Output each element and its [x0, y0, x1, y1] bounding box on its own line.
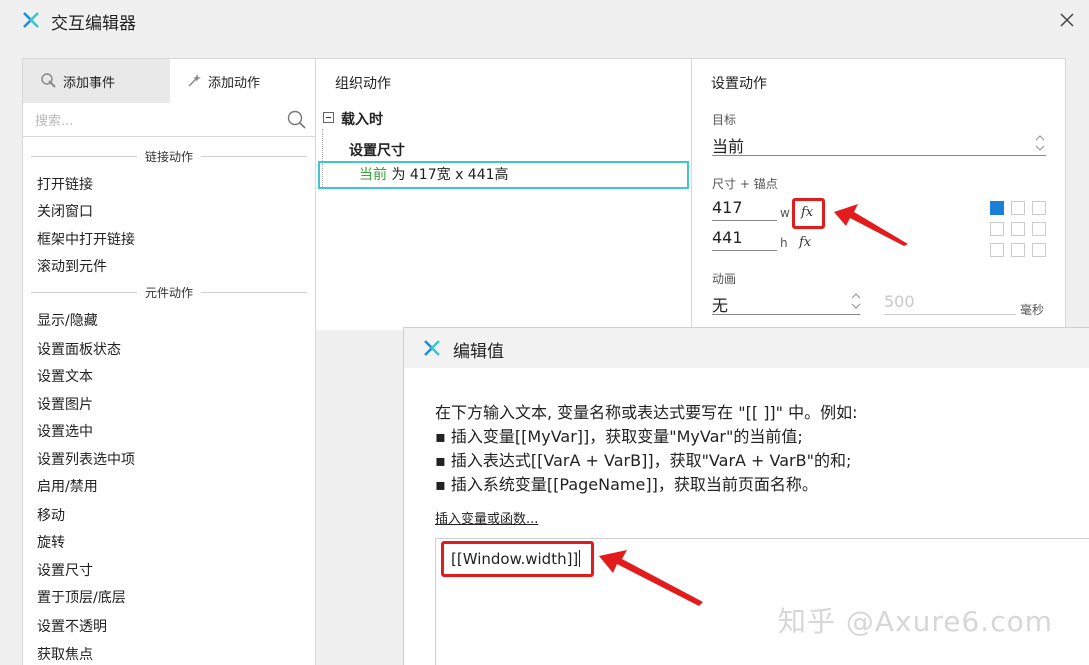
width-fx-highlight	[792, 198, 825, 229]
target-label: 目标	[712, 113, 737, 127]
selected-action-row[interactable]: 当前 为 417宽 x 441高	[318, 161, 689, 189]
action-focus[interactable]: 获取焦点	[37, 644, 93, 664]
tab-add-event[interactable]: 添加事件	[23, 59, 170, 103]
tab-add-action-label: 添加动作	[208, 75, 261, 91]
anchor-middle-right[interactable]	[1032, 222, 1046, 236]
action-move[interactable]: 移动	[37, 505, 65, 525]
target-dropdown-icon[interactable]	[1035, 134, 1045, 152]
anchor-top-center[interactable]	[1011, 201, 1025, 215]
action-bring-front-back[interactable]: 置于顶层/底层	[37, 587, 126, 607]
action-scroll-to-widget[interactable]: 滚动到元件	[37, 256, 107, 276]
annotation-arrow-editor	[599, 550, 703, 606]
duration-input[interactable]: 500	[884, 292, 915, 311]
dialog-title: 编辑值	[453, 342, 504, 362]
action-set-panel-state[interactable]: 设置面板状态	[37, 339, 121, 359]
event-on-load[interactable]: 载入时	[341, 109, 383, 129]
axure-x-logo-icon	[22, 11, 40, 29]
tab-add-action[interactable]: 添加动作	[170, 59, 316, 103]
height-unit: h	[780, 236, 788, 250]
close-icon[interactable]	[1057, 10, 1077, 30]
duration-unit: 毫秒	[1020, 303, 1045, 317]
action-show-hide[interactable]: 显示/隐藏	[37, 310, 98, 330]
action-set-size[interactable]: 设置尺寸	[37, 560, 93, 580]
anchor-middle-left[interactable]	[990, 222, 1004, 236]
height-underline	[712, 250, 777, 251]
search-input[interactable]	[35, 111, 275, 131]
insert-variable-link[interactable]: 插入变量或函数...	[435, 508, 538, 527]
dialog-instruction-2: ▪ 插入变量[[MyVar]]，获取变量"MyVar"的当前值;	[435, 427, 803, 446]
action-close-window[interactable]: 关闭窗口	[37, 201, 93, 221]
collapse-icon[interactable]	[323, 112, 334, 123]
action-open-in-frame[interactable]: 框架中打开链接	[37, 229, 135, 249]
anchor-grid	[990, 201, 1046, 257]
animation-select-value[interactable]: 无	[712, 292, 728, 316]
action-library-panel: 添加事件 添加动作 链接动作 打开链接 关闭窗口 框架中打开链接 滚动到元件 元…	[22, 58, 316, 665]
dialog-instruction-4: ▪ 插入系统变量[[PageName]]，获取当前页面名称。	[435, 475, 818, 494]
anchor-center[interactable]	[1011, 222, 1025, 236]
animation-label: 动画	[712, 272, 737, 286]
action-rotate[interactable]: 旋转	[37, 532, 65, 552]
anchor-bottom-left[interactable]	[990, 243, 1004, 257]
animation-dropdown-icon[interactable]	[851, 292, 861, 310]
action-set-selected[interactable]: 设置选中	[37, 421, 93, 441]
configure-action-panel: 设置动作 目标 当前 尺寸 + 锚点 417 w fx 441 h fx 动画 …	[692, 58, 1066, 330]
action-detail: 为 417宽 x 441高	[387, 167, 509, 183]
size-anchor-label: 尺寸 + 锚点	[712, 177, 778, 191]
action-enable-disable[interactable]: 启用/禁用	[37, 476, 98, 496]
width-input[interactable]: 417	[712, 198, 743, 217]
target-underline	[712, 155, 1046, 156]
height-input[interactable]: 441	[712, 228, 743, 247]
action-search	[23, 103, 315, 137]
anchor-bottom-right[interactable]	[1032, 243, 1046, 257]
group-link-actions: 链接动作	[23, 146, 315, 166]
organize-actions-title: 组织动作	[335, 76, 391, 92]
height-fx-icon[interactable]: fx	[799, 235, 811, 250]
action-open-link[interactable]: 打开链接	[37, 174, 93, 194]
sparkle-icon	[186, 73, 202, 89]
action-set-opacity[interactable]: 设置不透明	[37, 616, 107, 636]
editor-value-highlight	[441, 541, 594, 577]
annotation-arrow-fx	[834, 204, 908, 246]
action-set-list-selection[interactable]: 设置列表选中项	[37, 449, 135, 469]
window-title: 交互编辑器	[51, 14, 136, 34]
anchor-bottom-center[interactable]	[1011, 243, 1025, 257]
window-title-bar: 交互编辑器	[0, 0, 1089, 40]
anchor-top-right[interactable]	[1032, 201, 1046, 215]
configure-action-title: 设置动作	[711, 76, 767, 92]
action-target: 当前	[359, 167, 387, 183]
dialog-title-bar: 编辑值	[404, 328, 1089, 368]
target-select-value[interactable]: 当前	[712, 133, 744, 157]
event-icon	[41, 73, 57, 89]
width-unit: w	[780, 206, 790, 220]
organize-actions-panel: 组织动作 载入时 设置尺寸 当前 为 417宽 x 441高	[316, 58, 692, 330]
case-set-size[interactable]: 设置尺寸	[349, 140, 405, 160]
axure-x-logo-icon	[423, 339, 441, 357]
animation-underline	[712, 314, 860, 315]
watermark: 知乎 @Axure6.com	[778, 605, 1054, 638]
group-widget-actions: 元件动作	[23, 282, 315, 302]
width-underline	[712, 220, 777, 221]
action-set-text[interactable]: 设置文本	[37, 366, 93, 386]
dialog-instruction-1: 在下方输入文本, 变量名称或表达式要写在 "[[ ]]" 中。例如:	[435, 403, 858, 422]
anchor-top-left[interactable]	[990, 201, 1004, 215]
dialog-instruction-3: ▪ 插入表达式[[VarA + VarB]]，获取"VarA + VarB"的和…	[435, 451, 852, 470]
action-set-image[interactable]: 设置图片	[37, 394, 93, 414]
duration-underline	[884, 314, 1016, 315]
search-icon[interactable]	[287, 110, 307, 130]
tab-add-event-label: 添加事件	[63, 75, 116, 91]
